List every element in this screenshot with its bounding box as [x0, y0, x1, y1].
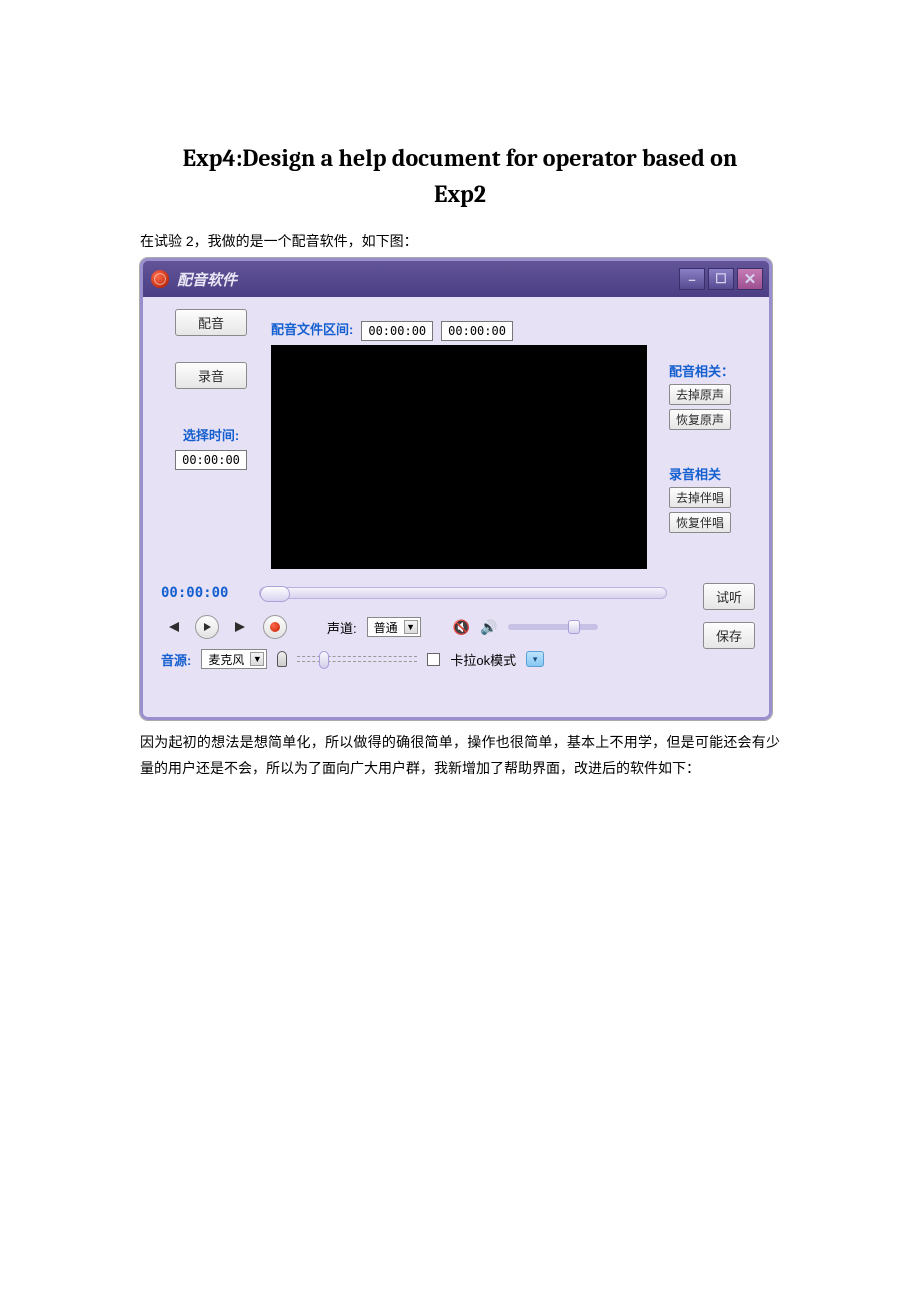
chevron-down-icon: ▼: [250, 652, 264, 666]
preview-button[interactable]: 试听: [703, 583, 755, 610]
playback-time: 00:00:00: [161, 585, 251, 601]
prev-button[interactable]: [161, 615, 185, 639]
app-window: 配音软件 – ☐ ✕ 配音 录音 选择时间: 00:00:00 配音文件区间: …: [140, 258, 772, 720]
volume-icons: 🔇 🔊: [453, 619, 498, 636]
play-button[interactable]: [195, 615, 219, 639]
file-range-label: 配音文件区间:: [271, 319, 353, 338]
playback-controls: 声道: 普通 ▼ 🔇 🔊: [161, 615, 755, 639]
minimize-button[interactable]: –: [679, 268, 705, 290]
chevron-down-icon: ▼: [404, 620, 418, 634]
close-button[interactable]: ✕: [737, 268, 763, 290]
maximize-button[interactable]: ☐: [708, 268, 734, 290]
right-column: 配音相关： 去掉原声 恢复原声 录音相关 去掉伴唱 恢复伴唱: [669, 359, 755, 533]
karaoke-label: 卡拉ok模式: [450, 650, 516, 669]
channel-label: 声道:: [327, 618, 357, 637]
app-icon: [151, 270, 169, 288]
source-select[interactable]: 麦克风 ▼: [201, 649, 267, 669]
restore-accomp-button[interactable]: 恢复伴唱: [669, 512, 731, 533]
next-button[interactable]: [229, 615, 253, 639]
timeline-track[interactable]: [259, 587, 667, 599]
restore-vocal-button[interactable]: 恢复原声: [669, 409, 731, 430]
doc-title-line2: Exp2: [434, 180, 486, 208]
source-label: 音源:: [161, 650, 191, 669]
doc-title: Exp4:Design a help document for operator…: [140, 140, 780, 212]
rec-group-label: 录音相关: [669, 464, 721, 483]
mute-icon[interactable]: 🔇: [453, 619, 470, 636]
mic-level-slider[interactable]: [297, 656, 417, 662]
dub-button[interactable]: 配音: [175, 309, 247, 336]
bottom-row: 音源: 麦克风 ▼ 卡拉ok模式 ▾: [161, 649, 755, 669]
mic-level-knob[interactable]: [319, 651, 329, 669]
window-title: 配音软件: [177, 269, 679, 290]
timeline-thumb[interactable]: [260, 586, 290, 602]
left-column: 配音 录音 选择时间: 00:00:00: [161, 309, 261, 470]
karaoke-checkbox[interactable]: [427, 653, 440, 666]
remove-vocal-button[interactable]: 去掉原声: [669, 384, 731, 405]
window-controls: – ☐ ✕: [679, 268, 763, 290]
channel-select[interactable]: 普通 ▼: [367, 617, 421, 637]
intro-text: 在试验 2，我做的是一个配音软件，如下图：: [140, 230, 780, 252]
video-preview[interactable]: [271, 345, 647, 569]
source-value: 麦克风: [208, 651, 244, 668]
titlebar[interactable]: 配音软件 – ☐ ✕: [143, 261, 769, 297]
select-time-label: 选择时间:: [183, 425, 239, 444]
record-icon-button[interactable]: [263, 615, 287, 639]
select-time-value[interactable]: 00:00:00: [175, 450, 247, 470]
karaoke-dropdown[interactable]: ▾: [526, 651, 544, 667]
channel-value: 普通: [374, 619, 398, 636]
doc-title-line1: Exp4:Design a help document for operator…: [183, 144, 738, 172]
file-range-start[interactable]: 00:00:00: [361, 321, 433, 341]
microphone-icon: [277, 651, 287, 667]
timeline-row: 00:00:00: [161, 585, 755, 601]
body-paragraph: 因为起初的想法是想简单化，所以做得的确很简单，操作也很简单，基本上不用学，但是可…: [140, 730, 780, 780]
app-body: 配音 录音 选择时间: 00:00:00 配音文件区间: 00:00:00 00…: [143, 297, 769, 717]
volume-slider[interactable]: [508, 624, 598, 630]
record-button[interactable]: 录音: [175, 362, 247, 389]
file-range-row: 配音文件区间: 00:00:00 00:00:00: [271, 315, 513, 341]
dub-group-label: 配音相关：: [669, 361, 734, 380]
file-range-end[interactable]: 00:00:00: [441, 321, 513, 341]
sound-icon[interactable]: 🔊: [480, 619, 497, 636]
volume-knob[interactable]: [568, 620, 580, 634]
remove-accomp-button[interactable]: 去掉伴唱: [669, 487, 731, 508]
